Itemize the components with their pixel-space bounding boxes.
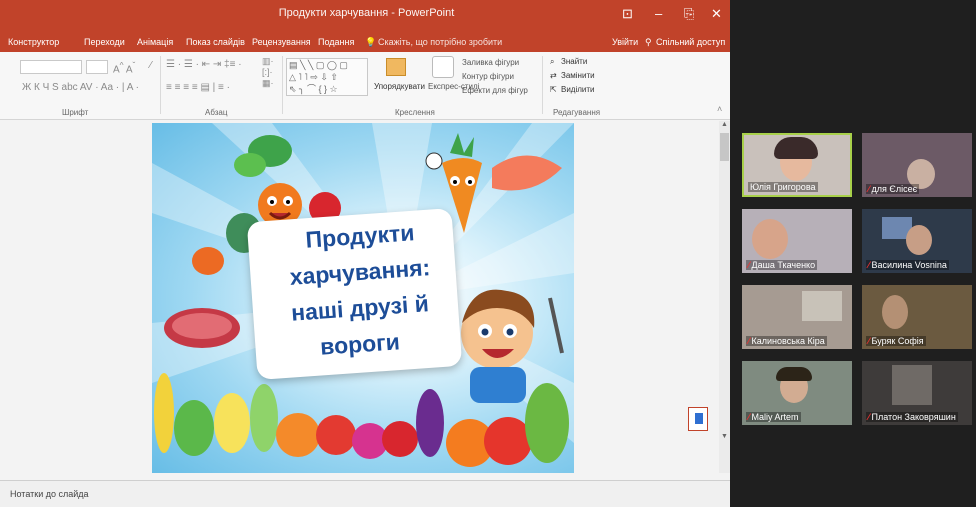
select-button[interactable]: Виділити (561, 85, 595, 94)
find-button[interactable]: Знайти (561, 57, 587, 66)
divider (160, 56, 161, 114)
tab-transitions[interactable]: Переходи (84, 37, 125, 47)
share-icon: ⚲ (645, 37, 652, 47)
scrollbar-thumb[interactable] (720, 133, 729, 161)
participant-name: ⁄ Платон Заковряшин (866, 412, 958, 422)
restore-button[interactable]: ⎘ (684, 6, 694, 22)
drawing-group-label: Креслення (395, 108, 435, 117)
select-icon: ⇱ (550, 85, 557, 94)
shapes-icons[interactable]: ▤ ╲ ╲ ▢ ◯ ▢ △ ˥ ˥ ⇨ ⇩ ⇧ ⇖ ╮ ⌒ { } ☆ (289, 59, 348, 95)
tab-view[interactable]: Подання (318, 37, 354, 47)
background-room (892, 365, 932, 405)
notes-placeholder: Нотатки до слайда (10, 489, 89, 499)
quick-styles-icon[interactable] (432, 56, 454, 78)
participant-name: ⁄ Даша Ткаченко (746, 260, 818, 270)
avatar (882, 295, 908, 329)
muted-mic-icon: ⁄ (748, 336, 750, 346)
muted-mic-icon: ⁄ (868, 184, 870, 194)
participant-tile[interactable]: ⁄ Калиновська Кіра (742, 285, 852, 349)
text-direction-icons[interactable]: ▥· [:]· ▦· (262, 56, 274, 89)
lightbulb-icon: 💡 (365, 37, 377, 47)
participant-tile[interactable]: ⁄ для Єлісеє (862, 133, 972, 197)
arrange-button[interactable]: Упорядкувати (374, 82, 425, 91)
replace-button[interactable]: Замінити (561, 71, 595, 80)
muted-mic-icon: ⁄ (868, 260, 870, 270)
list-icons[interactable]: ☰ · ☰ · ⇤ ⇥ ‡≡ · (166, 59, 242, 70)
tab-review[interactable]: Рецензування (252, 37, 311, 47)
participant-name: ⁄ Буряк Софія (866, 336, 926, 346)
tab-animations[interactable]: Анімація (137, 37, 173, 47)
muted-mic-icon: ⁄ (868, 336, 870, 346)
ribbon-display-icon[interactable]: ⊡ (622, 6, 633, 22)
participant-tile[interactable]: ⁄ Даша Ткаченко (742, 209, 852, 273)
vertical-scrollbar[interactable]: ▲ ▼ (719, 121, 730, 473)
background-wall (802, 291, 842, 321)
share-button[interactable]: Спільний доступ (656, 37, 725, 47)
font-name-box[interactable] (20, 60, 82, 74)
shape-fill-button[interactable]: Заливка фігури (462, 58, 519, 67)
align-icons[interactable]: ≡ ≡ ≡ ≡ ▤ | ≡ · (166, 82, 230, 93)
divider (282, 56, 283, 114)
participant-tile[interactable]: Юлія Григорова (742, 133, 852, 197)
participant-name: ⁄ Калиновська Кіра (746, 336, 827, 346)
notes-pane[interactable]: Нотатки до слайда (0, 480, 733, 507)
bookmark-icon[interactable] (688, 407, 708, 431)
font-grow-icon[interactable]: A^ Aˇ (113, 60, 135, 75)
shape-effects-button[interactable]: Ефекти для фігур (462, 86, 528, 95)
font-size-box[interactable] (86, 60, 108, 74)
participant-tile[interactable]: ⁄ Платон Заковряшин (862, 361, 972, 425)
clear-format-icon[interactable]: ⁄ (150, 60, 152, 71)
avatar (752, 219, 788, 259)
ribbon-tabs: Конструктор Переходи Анімація Показ слай… (0, 32, 733, 52)
shape-outline-button[interactable]: Контур фігури (462, 72, 514, 81)
participant-name: ⁄ для Єлісеє (866, 184, 920, 194)
font-format-icons[interactable]: Ж К Ч S abc AV · Aa · | A · (22, 82, 139, 93)
font-group-label: Шрифт (62, 108, 89, 117)
tab-slideshow[interactable]: Показ слайдів (186, 37, 245, 47)
avatar (906, 225, 932, 255)
paragraph-group-label: Абзац (205, 108, 228, 117)
muted-mic-icon: ⁄ (748, 412, 750, 422)
slide-canvas[interactable]: Продукти харчування: наші друзі й вороги (152, 123, 574, 473)
participant-name: ⁄ Maliy Artem (746, 412, 801, 422)
participant-tile[interactable]: ⁄ Maliy Artem (742, 361, 852, 425)
tell-me-search[interactable]: Скажіть, що потрібно зробити (378, 37, 502, 47)
search-icon: ⌕ (550, 57, 555, 66)
tab-design[interactable]: Конструктор (8, 37, 59, 47)
sign-in-link[interactable]: Увійти (612, 37, 638, 47)
scroll-up-icon[interactable]: ▲ (721, 121, 728, 128)
shapes-gallery[interactable]: ▤ ╲ ╲ ▢ ◯ ▢ △ ˥ ˥ ⇨ ⇩ ⇧ ⇖ ╮ ⌒ { } ☆ (286, 58, 368, 96)
ribbon: A^ Aˇ ⁄ Ж К Ч S abc AV · Aa · | A · Шриф… (0, 52, 733, 120)
editing-group-label: Редагування (553, 108, 601, 117)
close-button[interactable]: ✕ (711, 6, 722, 22)
title-bar: Продукти харчування - PowerPoint ⊡ – ⎘ ✕ (0, 0, 733, 32)
scroll-down-icon[interactable]: ▼ (721, 433, 728, 440)
replace-icon: ⇄ (550, 71, 557, 80)
arrange-icon[interactable] (386, 58, 406, 76)
participant-name: ⁄ Василина Vosnina (866, 260, 949, 270)
muted-mic-icon: ⁄ (868, 412, 870, 422)
collapse-ribbon-icon[interactable]: ˄ (717, 104, 722, 114)
powerpoint-window: Продукти харчування - PowerPoint ⊡ – ⎘ ✕… (0, 0, 733, 507)
participant-tile[interactable]: ⁄ Василина Vosnina (862, 209, 972, 273)
divider (542, 56, 543, 114)
minimize-button[interactable]: – (655, 6, 662, 21)
participant-name: Юлія Григорова (748, 182, 818, 192)
video-call-panel: Юлія Григорова ⁄ для Єлісеє ⁄ Даша Ткаченк… (730, 0, 976, 507)
participant-tile[interactable]: ⁄ Буряк Софія (862, 285, 972, 349)
muted-mic-icon: ⁄ (748, 260, 750, 270)
